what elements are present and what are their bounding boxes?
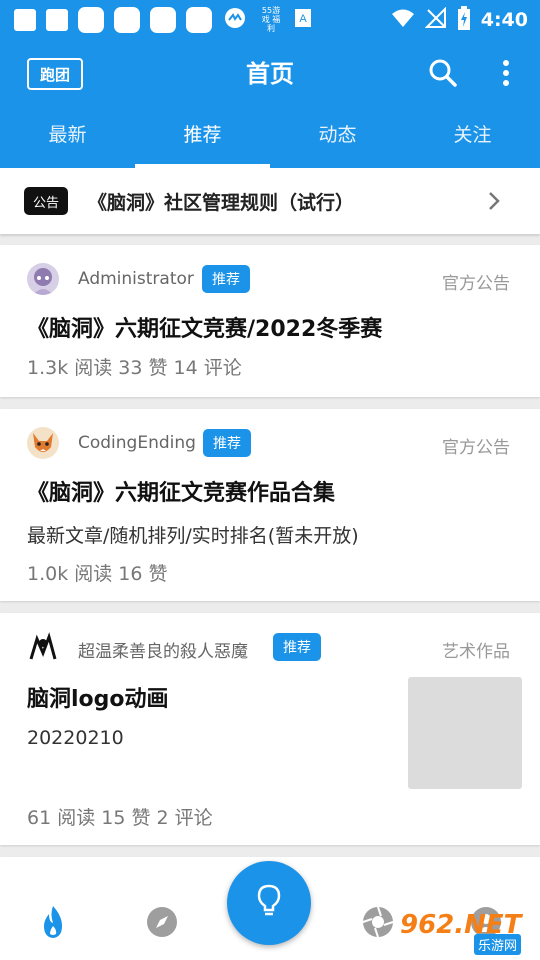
wifi-icon [391, 8, 415, 32]
post-stats: 1.0k 阅读 16 赞 [27, 563, 168, 585]
search-icon[interactable] [428, 58, 458, 92]
tab-latest[interactable]: 最新 [0, 118, 135, 168]
create-idea-button[interactable] [227, 861, 311, 945]
notice-text: 《脑洞》社区管理规则（试行） [88, 192, 355, 214]
page-title: 首页 [246, 60, 294, 88]
notification-icon [46, 8, 68, 31]
category-label: 官方公告 [442, 438, 510, 458]
notice-banner[interactable]: 公告 《脑洞》社区管理规则（试行） [0, 168, 540, 234]
category-label: 官方公告 [442, 274, 510, 294]
aperture-icon[interactable] [362, 906, 394, 942]
category-label: 艺术作品 [442, 642, 510, 662]
post-card[interactable]: Administrator 推荐 官方公告 《脑洞》六期征文竞赛/2022冬季赛… [0, 245, 540, 397]
post-thumbnail[interactable] [408, 677, 522, 789]
tab-recommended[interactable]: 推荐 [135, 118, 270, 168]
avatar[interactable] [27, 263, 59, 295]
tab-bar: 最新 推荐 动态 关注 [0, 118, 540, 168]
post-card[interactable]: CodingEnding 推荐 官方公告 《脑洞》六期征文竞赛作品合集 最新文章… [0, 409, 540, 601]
game-app-icon [222, 7, 248, 33]
notification-icon [14, 8, 36, 31]
tab-activity[interactable]: 动态 [270, 118, 405, 168]
author-name[interactable]: 超温柔善良的殺人惡魔 [78, 637, 248, 662]
post-description: 最新文章/随机排列/实时排名(暂未开放) [27, 525, 359, 547]
post-stats: 61 阅读 15 赞 2 评论 [27, 807, 213, 829]
avatar[interactable] [27, 427, 59, 459]
author-name[interactable]: CodingEnding [78, 433, 196, 453]
avatar[interactable] [27, 631, 59, 663]
post-title: 《脑洞》六期征文竞赛/2022冬季赛 [27, 317, 383, 342]
status-bar: 55游戏 福利 A 4:40 [0, 0, 540, 36]
notification-icon [78, 6, 104, 33]
more-menu-icon[interactable] [496, 58, 516, 92]
notice-badge: 公告 [24, 187, 68, 215]
signal-off-icon [424, 6, 447, 33]
compass-icon[interactable] [146, 906, 178, 942]
watermark-sub: 乐游网 [474, 934, 522, 955]
author-name[interactable]: Administrator [78, 269, 194, 289]
battery-charging-icon [457, 6, 471, 34]
post-title: 脑洞logo动画 [27, 687, 169, 712]
recommend-tag: 推荐 [273, 633, 321, 661]
post-description: 20220210 [27, 727, 124, 749]
notification-icon [114, 6, 140, 33]
notification-icons: 55游戏 福利 A [14, 6, 312, 33]
app-bar: 跑团 首页 最新 推荐 动态 关注 [0, 36, 540, 168]
recommend-tag: 推荐 [202, 265, 250, 293]
post-stats: 1.3k 阅读 33 赞 14 评论 [27, 357, 242, 379]
recommend-tag: 推荐 [203, 429, 251, 457]
lightbulb-icon [255, 884, 283, 922]
tab-following[interactable]: 关注 [405, 118, 540, 168]
svg-text:A: A [299, 13, 307, 25]
system-indicators: 4:40 [391, 6, 528, 34]
post-title: 《脑洞》六期征文竞赛作品合集 [27, 481, 336, 506]
notification-icon [150, 6, 176, 33]
flame-icon[interactable] [38, 904, 68, 944]
mini-label: 55游戏 福利 [261, 6, 281, 33]
chevron-right-icon [486, 190, 502, 216]
clock: 4:40 [480, 9, 528, 31]
text-app-icon: A [294, 8, 312, 32]
post-card[interactable]: 超温柔善良的殺人惡魔 推荐 艺术作品 脑洞logo动画 20220210 61 … [0, 613, 540, 845]
notification-icon [186, 6, 212, 33]
watermark-logo: 962.NET 乐游网 [400, 910, 535, 955]
